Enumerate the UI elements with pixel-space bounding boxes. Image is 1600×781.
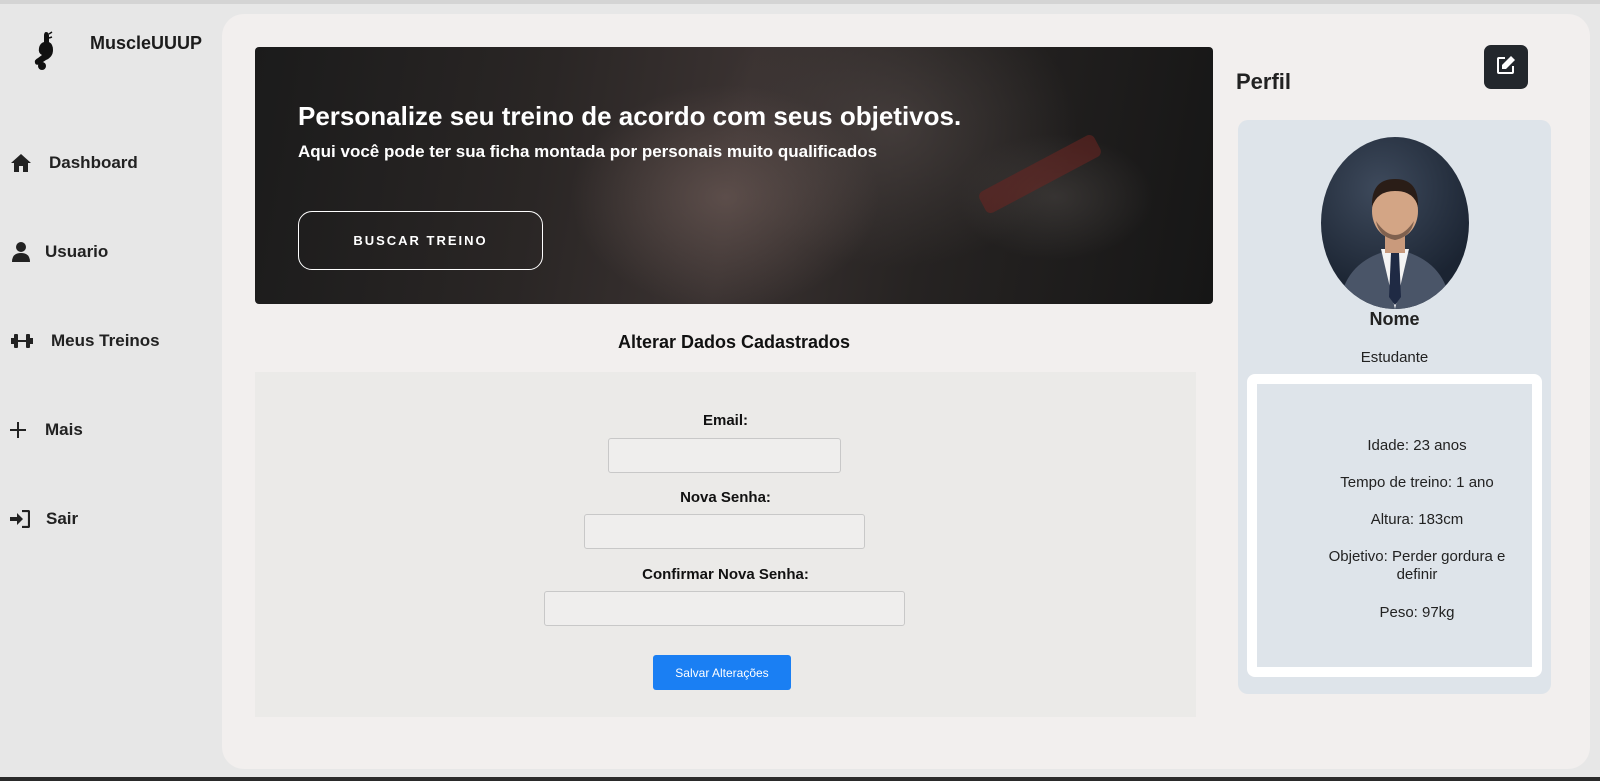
hero-background-detail (976, 132, 1104, 216)
sidebar-item-usuario[interactable]: Usuario (0, 232, 210, 272)
form-title: Alterar Dados Cadastrados (617, 332, 851, 352)
edit-profile-button[interactable] (1484, 45, 1528, 89)
info-training-time: Tempo de treino: 1 ano (1340, 474, 1494, 491)
profile-role: Estudante (1360, 349, 1429, 366)
top-border (0, 0, 1600, 4)
home-icon (9, 151, 33, 175)
email-field[interactable] (608, 438, 841, 473)
profile-info-box: Idade: 23 anos Tempo de treino: 1 ano Al… (1257, 384, 1532, 667)
brand-name: MuscleUUUP (90, 33, 203, 53)
bottom-border (0, 777, 1600, 781)
sidebar-item-sair[interactable]: Sair (0, 499, 210, 539)
sidebar-item-label: Sair (46, 509, 79, 528)
sidebar-item-label: Usuario (45, 242, 109, 261)
hero-title: Personalize seu treino de acordo com seu… (298, 101, 962, 131)
new-password-field[interactable] (584, 514, 865, 549)
avatar (1321, 137, 1469, 309)
profile-name: Nome (1369, 309, 1420, 329)
sidebar-item-dashboard[interactable]: Dashboard (0, 143, 210, 183)
plus-icon (6, 418, 30, 442)
email-label: Email: (702, 412, 748, 429)
sidebar-item-mais[interactable]: Mais (0, 410, 210, 450)
confirm-password-label: Confirmar Nova Senha: (642, 566, 809, 583)
info-weight: Peso: 97kg (1379, 604, 1455, 621)
sidebar-item-label: Meus Treinos (51, 331, 160, 350)
info-height: Altura: 183cm (1370, 511, 1464, 528)
save-changes-button[interactable]: Salvar Alterações (653, 655, 791, 690)
hero-subtitle: Aqui você pode ter sua ficha montada por… (298, 142, 878, 161)
dumbbell-icon (10, 329, 34, 353)
buscar-treino-button[interactable]: BUSCAR TREINO (298, 211, 543, 270)
edit-icon (1496, 55, 1516, 80)
profile-info-frame: Idade: 23 anos Tempo de treino: 1 ano Al… (1247, 374, 1542, 677)
info-goal: Objetivo: Perder gordura e definir (1328, 548, 1506, 583)
info-age: Idade: 23 anos (1367, 437, 1467, 454)
confirm-password-field[interactable] (544, 591, 905, 626)
sign-in-icon (8, 507, 32, 531)
main-panel: Personalize seu treino de acordo com seu… (222, 14, 1590, 769)
new-password-label: Nova Senha: (680, 489, 771, 506)
sidebar-item-label: Mais (45, 420, 83, 439)
sidebar-item-meus-treinos[interactable]: Meus Treinos (0, 321, 210, 361)
hero-banner: Personalize seu treino de acordo com seu… (255, 47, 1213, 304)
profile-card: Nome Estudante Idade: 23 anos Tempo de t… (1238, 120, 1551, 694)
sidebar-item-label: Dashboard (49, 153, 138, 172)
brand-logo-icon (30, 28, 64, 74)
user-icon (9, 240, 33, 264)
profile-title: Perfil (1236, 69, 1292, 94)
sidebar: MuscleUUUP Dashboard Usuario Meus Treino… (0, 4, 220, 777)
